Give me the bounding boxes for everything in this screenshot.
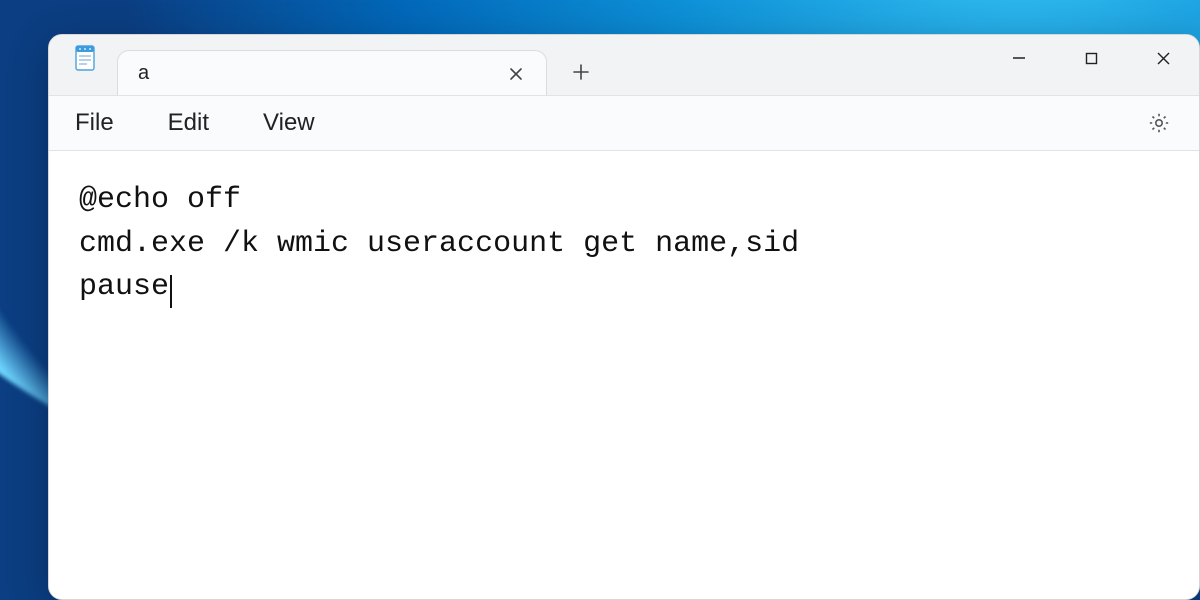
notepad-window: a — [48, 34, 1200, 600]
new-tab-button[interactable] — [557, 49, 605, 95]
maximize-button[interactable] — [1055, 35, 1127, 81]
caption-controls — [983, 35, 1199, 81]
maximize-icon — [1085, 52, 1098, 65]
window-close-button[interactable] — [1127, 35, 1199, 81]
menu-edit[interactable]: Edit — [160, 103, 217, 143]
minimize-icon — [1012, 51, 1026, 65]
desktop-background: a — [0, 0, 1200, 600]
close-icon — [1156, 51, 1171, 66]
minimize-button[interactable] — [983, 35, 1055, 81]
menu-view[interactable]: View — [255, 103, 323, 143]
menu-bar: File Edit View — [49, 95, 1199, 151]
title-bar[interactable]: a — [49, 35, 1199, 95]
menu-file[interactable]: File — [67, 103, 122, 143]
document-tab[interactable]: a — [117, 50, 547, 96]
text-cursor — [170, 275, 172, 308]
close-icon — [509, 67, 523, 81]
plus-icon — [572, 63, 590, 81]
text-editor-area[interactable]: @echo off cmd.exe /k wmic useraccount ge… — [49, 151, 1199, 599]
settings-button[interactable] — [1141, 105, 1177, 141]
gear-icon — [1147, 111, 1171, 135]
tab-title: a — [138, 62, 500, 85]
notepad-icon — [71, 44, 99, 72]
tab-close-button[interactable] — [500, 58, 532, 90]
editor-content: @echo off cmd.exe /k wmic useraccount ge… — [79, 183, 799, 304]
